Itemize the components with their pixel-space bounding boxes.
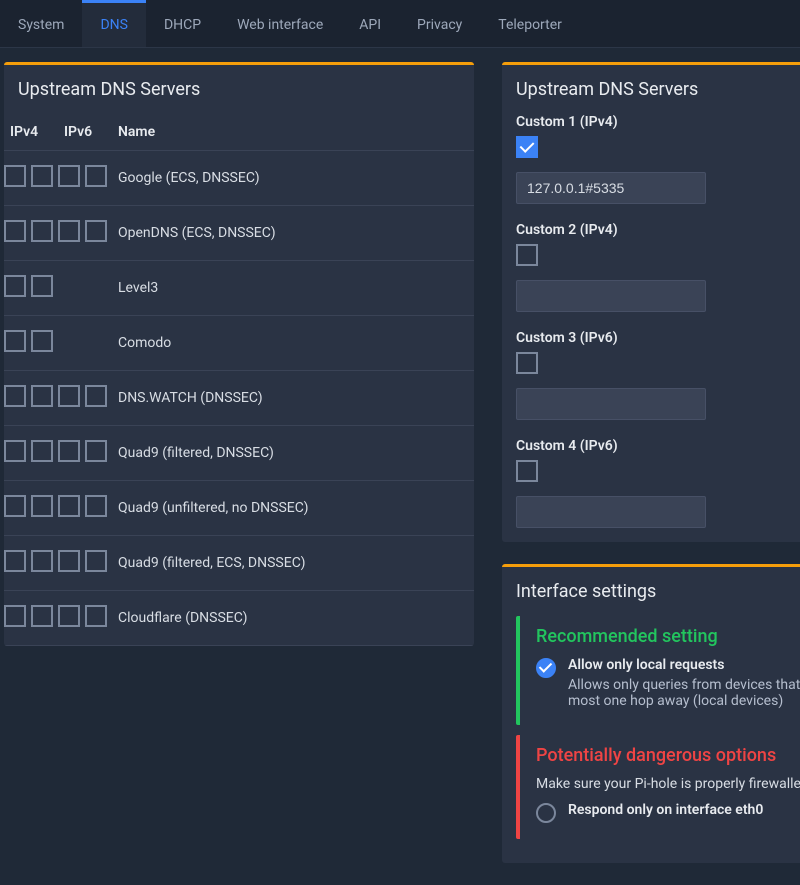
ipv4-checkbox[interactable] bbox=[31, 440, 53, 462]
custom-dns-label: Custom 4 (IPv6) bbox=[516, 438, 706, 454]
provider-row: Level3 bbox=[4, 261, 474, 316]
ipv6-checkbox[interactable] bbox=[58, 440, 80, 462]
ipv6-checkbox[interactable] bbox=[58, 605, 80, 627]
provider-name: Quad9 (unfiltered, no DNSSEC) bbox=[112, 481, 474, 536]
provider-name: Quad9 (filtered, DNSSEC) bbox=[112, 426, 474, 481]
tab-system[interactable]: System bbox=[0, 0, 82, 47]
custom-dns-item: Custom 4 (IPv6) bbox=[516, 438, 706, 528]
tab-dns[interactable]: DNS bbox=[82, 0, 146, 47]
radio-allow-local-label: Allow only local requests bbox=[568, 657, 800, 673]
ipv4-checkbox[interactable] bbox=[4, 495, 26, 517]
provider-row: Comodo bbox=[4, 316, 474, 371]
ipv6-checkbox[interactable] bbox=[85, 220, 107, 242]
provider-name: Google (ECS, DNSSEC) bbox=[112, 151, 474, 206]
tab-privacy[interactable]: Privacy bbox=[399, 0, 480, 47]
custom-upstream-card: Upstream DNS Servers Custom 1 (IPv4) Cust… bbox=[502, 62, 800, 542]
ipv6-checkbox[interactable] bbox=[58, 550, 80, 572]
provider-row: Quad9 (unfiltered, no DNSSEC) bbox=[4, 481, 474, 536]
recommended-group: Recommended setting Allow only local req… bbox=[516, 616, 800, 725]
ipv4-checkbox[interactable] bbox=[4, 275, 26, 297]
provider-name: DNS.WATCH (DNSSEC) bbox=[112, 371, 474, 426]
ipv4-checkbox[interactable] bbox=[4, 550, 26, 572]
ipv4-checkbox[interactable] bbox=[4, 605, 26, 627]
dangerous-warning: Make sure your Pi-hole is properly firew… bbox=[536, 776, 800, 792]
provider-name: Cloudflare (DNSSEC) bbox=[112, 591, 474, 646]
custom-dns-item: Custom 3 (IPv6) bbox=[516, 330, 706, 420]
ipv6-checkbox[interactable] bbox=[58, 220, 80, 242]
tab-teleporter[interactable]: Teleporter bbox=[480, 0, 580, 47]
ipv6-checkbox[interactable] bbox=[85, 440, 107, 462]
dangerous-heading: Potentially dangerous options bbox=[536, 745, 800, 766]
radio-respond-eth0-label: Respond only on interface eth0 bbox=[568, 802, 763, 818]
card-title: Upstream DNS Servers bbox=[502, 65, 800, 114]
radio-respond-eth0[interactable] bbox=[536, 803, 556, 823]
ipv6-checkbox[interactable] bbox=[85, 385, 107, 407]
ipv6-checkbox[interactable] bbox=[85, 605, 107, 627]
provider-name: Quad9 (filtered, ECS, DNSSEC) bbox=[112, 536, 474, 591]
ipv4-checkbox[interactable] bbox=[31, 220, 53, 242]
custom-dns-label: Custom 2 (IPv4) bbox=[516, 222, 706, 238]
card-title: Upstream DNS Servers bbox=[4, 65, 474, 114]
col-ipv6: IPv6 bbox=[58, 114, 112, 151]
col-name: Name bbox=[112, 114, 474, 151]
provider-row: OpenDNS (ECS, DNSSEC) bbox=[4, 206, 474, 261]
ipv6-checkbox[interactable] bbox=[58, 385, 80, 407]
custom-dns-checkbox[interactable] bbox=[516, 352, 538, 374]
custom-dns-input[interactable] bbox=[516, 172, 706, 204]
provider-row: Cloudflare (DNSSEC) bbox=[4, 591, 474, 646]
ipv4-checkbox[interactable] bbox=[4, 440, 26, 462]
ipv4-checkbox[interactable] bbox=[31, 165, 53, 187]
dns-providers-table: IPv4 IPv6 Name Google (ECS, DNSSEC)OpenD… bbox=[4, 114, 474, 646]
custom-dns-label: Custom 1 (IPv4) bbox=[516, 114, 706, 130]
ipv4-checkbox[interactable] bbox=[31, 550, 53, 572]
provider-row: Quad9 (filtered, DNSSEC) bbox=[4, 426, 474, 481]
custom-dns-checkbox[interactable] bbox=[516, 244, 538, 266]
ipv6-checkbox[interactable] bbox=[85, 550, 107, 572]
radio-allow-local-desc: Allows only queries from devices that ar… bbox=[568, 677, 800, 709]
custom-dns-input[interactable] bbox=[516, 496, 706, 528]
ipv6-checkbox[interactable] bbox=[58, 495, 80, 517]
provider-row: Google (ECS, DNSSEC) bbox=[4, 151, 474, 206]
tab-api[interactable]: API bbox=[341, 0, 399, 47]
ipv4-checkbox[interactable] bbox=[4, 385, 26, 407]
ipv6-checkbox[interactable] bbox=[85, 495, 107, 517]
custom-dns-checkbox[interactable] bbox=[516, 460, 538, 482]
col-ipv4: IPv4 bbox=[4, 114, 58, 151]
ipv6-checkbox[interactable] bbox=[58, 165, 80, 187]
provider-row: Quad9 (filtered, ECS, DNSSEC) bbox=[4, 536, 474, 591]
custom-dns-label: Custom 3 (IPv6) bbox=[516, 330, 706, 346]
ipv4-checkbox[interactable] bbox=[31, 385, 53, 407]
custom-dns-input[interactable] bbox=[516, 388, 706, 420]
tab-dhcp[interactable]: DHCP bbox=[146, 0, 219, 47]
ipv4-checkbox[interactable] bbox=[4, 220, 26, 242]
provider-row: DNS.WATCH (DNSSEC) bbox=[4, 371, 474, 426]
upstream-dns-providers-card: Upstream DNS Servers IPv4 IPv6 Name Goog… bbox=[4, 62, 474, 646]
ipv4-checkbox[interactable] bbox=[31, 495, 53, 517]
custom-dns-item: Custom 2 (IPv4) bbox=[516, 222, 706, 312]
dangerous-group: Potentially dangerous options Make sure … bbox=[516, 735, 800, 839]
ipv4-checkbox[interactable] bbox=[4, 330, 26, 352]
card-title: Interface settings bbox=[502, 567, 800, 616]
provider-name: Comodo bbox=[112, 316, 474, 371]
ipv4-checkbox[interactable] bbox=[31, 605, 53, 627]
custom-dns-item: Custom 1 (IPv4) bbox=[516, 114, 706, 204]
ipv6-checkbox[interactable] bbox=[85, 165, 107, 187]
custom-dns-input[interactable] bbox=[516, 280, 706, 312]
recommended-heading: Recommended setting bbox=[536, 626, 800, 647]
tab-web-interface[interactable]: Web interface bbox=[219, 0, 341, 47]
settings-tabs: System DNS DHCP Web interface API Privac… bbox=[0, 0, 800, 48]
ipv4-checkbox[interactable] bbox=[31, 275, 53, 297]
provider-name: OpenDNS (ECS, DNSSEC) bbox=[112, 206, 474, 261]
radio-allow-local[interactable] bbox=[536, 658, 556, 678]
custom-dns-checkbox[interactable] bbox=[516, 136, 538, 158]
ipv4-checkbox[interactable] bbox=[4, 165, 26, 187]
provider-name: Level3 bbox=[112, 261, 474, 316]
interface-settings-card: Interface settings Recommended setting A… bbox=[502, 564, 800, 863]
ipv4-checkbox[interactable] bbox=[31, 330, 53, 352]
